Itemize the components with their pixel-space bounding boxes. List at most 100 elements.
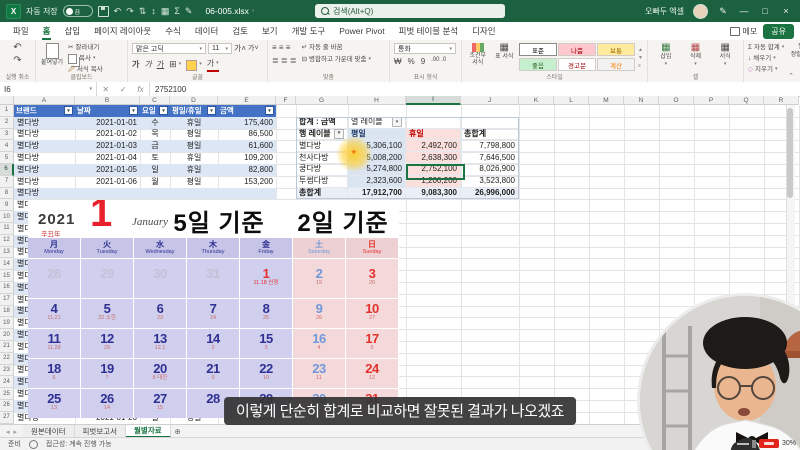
copy-button[interactable]: 복사 ▾ xyxy=(68,53,103,64)
row-header-10[interactable]: 10 xyxy=(0,211,14,223)
font-name-select[interactable]: 맑은 고딕 ▾ xyxy=(132,43,206,54)
ribbon-tab-홈[interactable]: 홈 xyxy=(36,23,58,40)
column-header-B[interactable]: B xyxy=(75,96,140,105)
column-header-R[interactable]: R xyxy=(764,96,799,105)
autosave-toggle[interactable]: 끔 xyxy=(62,5,93,17)
pivot-cell[interactable]: 행 레이블 ▾ xyxy=(296,128,348,141)
table-cell[interactable]: 2021-01-04 xyxy=(75,152,140,164)
table-row-partial[interactable]: 별다방 xyxy=(14,187,276,200)
row-header-20[interactable]: 20 xyxy=(0,329,14,341)
filter-icon[interactable]: ▾ xyxy=(159,106,168,116)
table-cell[interactable]: 휴일 xyxy=(170,116,218,129)
table-cell[interactable]: 금 xyxy=(140,140,170,153)
filter-icon[interactable]: ▾ xyxy=(64,106,73,116)
table-cell[interactable]: 2021-01-05 xyxy=(75,164,140,176)
row-header-18[interactable]: 18 xyxy=(0,305,14,318)
name-box[interactable]: I6 ▾ xyxy=(0,82,97,96)
table-cell[interactable]: 별다방 xyxy=(14,164,75,176)
font-color-icon[interactable]: 가 ▾ xyxy=(206,58,219,72)
select-all-corner[interactable] xyxy=(0,96,14,105)
row-header-21[interactable]: 21 xyxy=(0,341,14,353)
ribbon-tab-디자인[interactable]: 디자인 xyxy=(465,23,502,40)
zoom-slider[interactable] xyxy=(736,442,749,445)
row-header-26[interactable]: 26 xyxy=(0,400,14,412)
fx-icon[interactable]: fx xyxy=(137,85,143,94)
pivot-cell[interactable]: 열 레이블 ▾ xyxy=(348,116,406,129)
ribbon-tab-파일[interactable]: 파일 xyxy=(6,23,36,40)
table-header-브랜드[interactable]: 브랜드 ▾ xyxy=(14,105,75,117)
ribbon-tab-삽입[interactable]: 삽입 xyxy=(57,23,87,40)
comma-icon[interactable]: 9 xyxy=(421,57,425,66)
ribbon-tab-검토[interactable]: 검토 xyxy=(225,23,255,40)
row-header-3[interactable]: 3 xyxy=(0,128,14,141)
pivot-cell[interactable] xyxy=(461,116,519,129)
cut-button[interactable]: ✂ 잘라내기 xyxy=(68,43,103,53)
column-header-D[interactable]: D xyxy=(170,96,218,105)
redo-icon[interactable]: ↷ xyxy=(13,56,21,66)
format-cells-button[interactable]: ▦ 서식 ▾ xyxy=(711,43,739,68)
fill-color-icon[interactable]: ▾ xyxy=(186,59,202,71)
autosum-icon[interactable]: Σ xyxy=(174,6,180,16)
formula-input[interactable]: 2752100 xyxy=(150,82,800,96)
table-cell[interactable]: 수 xyxy=(140,116,170,129)
cancel-icon[interactable]: ✕ xyxy=(102,85,109,94)
column-header-Q[interactable]: Q xyxy=(729,96,764,105)
table-cell[interactable]: 별다방 xyxy=(14,176,75,188)
table-cell[interactable]: 휴일 xyxy=(170,152,218,164)
row-header-9[interactable]: 9 xyxy=(0,199,14,212)
row-header-7[interactable]: 7 xyxy=(0,175,14,188)
table-cell[interactable]: 별다방 xyxy=(14,129,75,141)
pivot-cell[interactable]: 3,523,800 xyxy=(461,175,519,188)
pen-icon[interactable]: ✎ xyxy=(185,6,193,16)
filter-icon[interactable]: ▾ xyxy=(129,106,138,116)
row-header-16[interactable]: 16 xyxy=(0,282,14,294)
ribbon-tab-페이지 레이아웃[interactable]: 페이지 레이아웃 xyxy=(87,23,158,40)
selected-cell[interactable] xyxy=(406,164,465,180)
table-cell[interactable]: 109,200 xyxy=(218,152,276,164)
column-header-G[interactable]: G xyxy=(296,96,348,105)
comments-button[interactable]: 메모 xyxy=(729,26,757,37)
table-header-날짜[interactable]: 날짜 ▾ xyxy=(75,105,140,117)
column-header-I[interactable]: I xyxy=(406,96,461,105)
row-header-17[interactable]: 17 xyxy=(0,293,14,306)
column-header-L[interactable]: L xyxy=(554,96,589,105)
merge-center-button[interactable]: ⊟ 병합하고 가운데 맞춤 ▾ xyxy=(302,55,371,65)
pivot-cell[interactable]: 7,646,500 xyxy=(461,152,519,164)
table-cell[interactable]: 평일 xyxy=(170,140,218,153)
fill-button[interactable]: ↓ 채우기 ▾ xyxy=(748,54,784,64)
underline-button[interactable]: 가 xyxy=(157,59,164,71)
row-header-6[interactable]: 6 xyxy=(0,164,14,176)
font-size-select[interactable]: 11 ▾ xyxy=(208,43,232,54)
pivot-cell[interactable]: 2,492,700 xyxy=(406,140,461,153)
column-header-H[interactable]: H xyxy=(348,96,406,105)
pivot-col-filter-icon[interactable]: ▾ xyxy=(392,117,402,128)
align-top-icons[interactable]: ≡ ≡ ≡ xyxy=(272,43,297,52)
conditional-formatting-button[interactable]: 조건부 서식 xyxy=(466,43,490,72)
style-warning[interactable]: 경고문 xyxy=(558,58,597,71)
insert-cells-button[interactable]: ▦ 삽입 ▾ xyxy=(652,43,680,68)
undo-icon[interactable]: ↶ xyxy=(114,6,122,16)
column-header-A[interactable]: A xyxy=(14,96,75,105)
table-cell[interactable]: 토 xyxy=(140,152,170,164)
style-calculation[interactable]: 계산 xyxy=(597,58,636,71)
table-cell[interactable]: 175,400 xyxy=(218,116,276,129)
gallery-scroll[interactable]: ▲ ▼ ≡ xyxy=(638,43,643,72)
row-header-22[interactable]: 22 xyxy=(0,352,14,365)
percent-icon[interactable]: % xyxy=(408,57,415,66)
borders-icon[interactable]: ⊞ ▾ xyxy=(169,58,181,72)
table-cell[interactable]: 2021-01-06 xyxy=(75,176,140,188)
bold-button[interactable]: 가 xyxy=(132,59,139,71)
pivot-cell[interactable]: 8,026,900 xyxy=(461,164,519,176)
pivot-cell[interactable]: 휴일 xyxy=(406,128,461,141)
pivot-cell[interactable]: 2,323,600 xyxy=(348,175,406,188)
table-cell[interactable]: 평일 xyxy=(170,176,218,188)
paste-button[interactable]: 붙여넣기 xyxy=(40,43,64,75)
ink-icon[interactable]: ✎ xyxy=(717,6,729,17)
currency-icon[interactable]: ₩ xyxy=(394,57,402,66)
table-cell[interactable]: 별다방 xyxy=(14,140,75,153)
row-header-27[interactable]: 27 xyxy=(0,411,14,424)
column-header-O[interactable]: O xyxy=(659,96,694,105)
pivot-cell[interactable]: 총합계 xyxy=(461,128,519,141)
sheet-prev-icon[interactable]: ◂ xyxy=(6,428,10,436)
filter-icon[interactable]: ▾ xyxy=(265,106,274,116)
